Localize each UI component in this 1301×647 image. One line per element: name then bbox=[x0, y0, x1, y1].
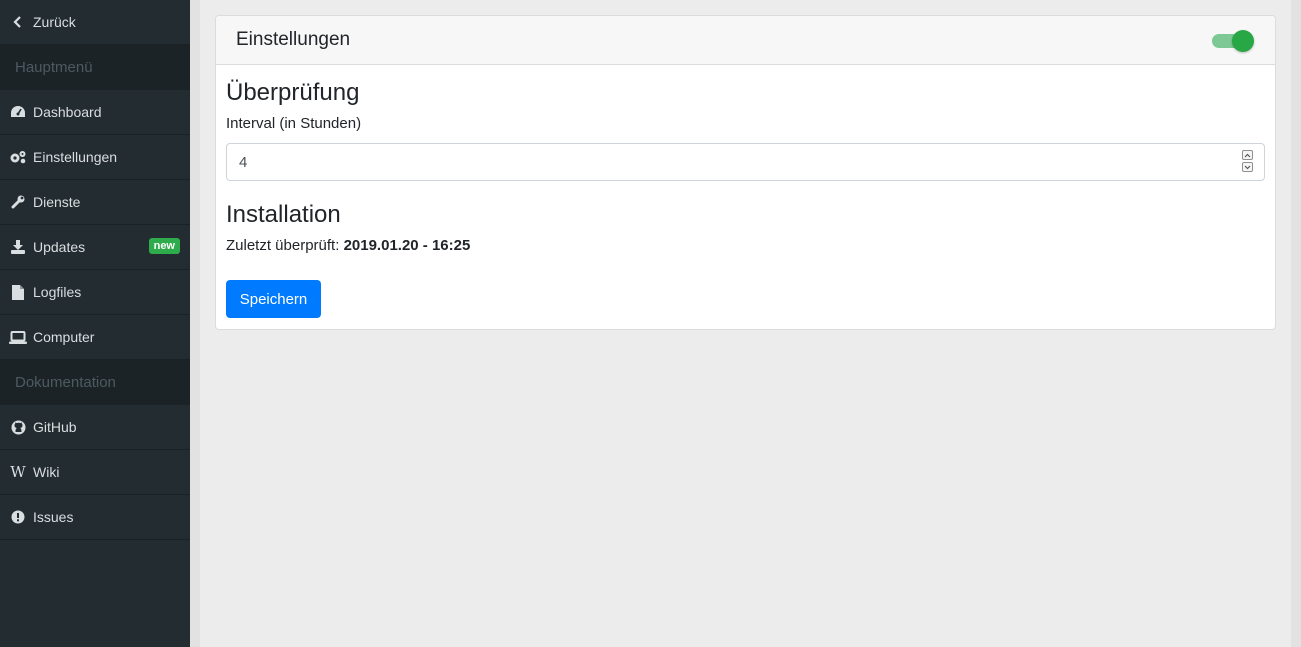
check-heading: Überprüfung bbox=[226, 79, 360, 106]
interval-label: Interval (in Stunden) bbox=[226, 115, 362, 132]
exclamation-circle-icon bbox=[9, 509, 27, 525]
section-header-main: Hauptmenü bbox=[0, 45, 190, 90]
sidebar-item-label: Updates bbox=[33, 239, 86, 255]
last-checked-line: Zuletzt überprüft: 2019.01.20 - 16:25 bbox=[226, 237, 470, 254]
sidebar-item-issues[interactable]: Issues bbox=[0, 495, 190, 540]
sidebar-item-label: Wiki bbox=[33, 464, 60, 480]
card-header: Einstellungen bbox=[216, 16, 1275, 65]
sidebar-item-dashboard[interactable]: Dashboard bbox=[0, 90, 190, 135]
spinner-down-button[interactable] bbox=[1242, 162, 1253, 172]
sidebar-item-label: GitHub bbox=[33, 419, 77, 435]
last-checked-value: 2019.01.20 - 16:25 bbox=[343, 237, 471, 254]
chevron-left-icon bbox=[9, 14, 27, 30]
laptop-icon bbox=[9, 329, 27, 345]
sidebar-item-label: Dashboard bbox=[33, 104, 102, 120]
spinner-up-button[interactable] bbox=[1242, 150, 1253, 160]
save-button[interactable]: Speichern bbox=[226, 280, 321, 318]
card-title: Einstellungen bbox=[236, 29, 351, 50]
section-header-docs: Dokumentation bbox=[0, 360, 190, 405]
settings-card: Einstellungen Überprüfung Interval (in S… bbox=[215, 15, 1276, 330]
gears-icon bbox=[9, 149, 27, 165]
sidebar-item-label: Logfiles bbox=[33, 284, 82, 300]
install-heading: Installation bbox=[226, 201, 341, 228]
wrench-icon bbox=[9, 194, 27, 210]
sidebar-item-dienste[interactable]: Dienste bbox=[0, 180, 190, 225]
download-icon bbox=[9, 239, 27, 255]
sidebar-item-label: Computer bbox=[33, 329, 95, 345]
back-label: Zurück bbox=[33, 14, 76, 30]
dashboard-icon bbox=[9, 104, 27, 120]
sidebar-item-label: Dienste bbox=[33, 194, 81, 210]
sidebar: Zurück Hauptmenü Dashboard Einstellungen… bbox=[0, 0, 190, 647]
content-gutter bbox=[190, 0, 200, 647]
chevron-down-icon bbox=[1244, 165, 1251, 169]
sidebar-item-einstellungen[interactable]: Einstellungen bbox=[0, 135, 190, 180]
enable-toggle[interactable] bbox=[1210, 30, 1254, 52]
new-badge: new bbox=[148, 238, 180, 254]
github-icon bbox=[9, 419, 27, 435]
sidebar-item-wiki[interactable]: W Wiki bbox=[0, 450, 190, 495]
toggle-knob bbox=[1232, 30, 1254, 52]
scroll-gutter bbox=[1291, 0, 1301, 647]
number-spinner[interactable] bbox=[1242, 150, 1255, 174]
sidebar-item-computer[interactable]: Computer bbox=[0, 315, 190, 360]
sidebar-item-label: Einstellungen bbox=[33, 149, 118, 165]
interval-value: 4 bbox=[239, 153, 248, 171]
sidebar-item-logfiles[interactable]: Logfiles bbox=[0, 270, 190, 315]
sidebar-item-github[interactable]: GitHub bbox=[0, 405, 190, 450]
sidebar-item-label: Issues bbox=[33, 509, 74, 525]
sidebar-item-updates[interactable]: Updates new bbox=[0, 225, 190, 270]
back-link[interactable]: Zurück bbox=[0, 0, 190, 45]
file-icon bbox=[9, 284, 27, 300]
interval-input[interactable]: 4 bbox=[226, 143, 1265, 181]
last-checked-label: Zuletzt überprüft: bbox=[226, 237, 340, 254]
chevron-up-icon bbox=[1244, 153, 1251, 157]
wikipedia-icon: W bbox=[10, 463, 26, 481]
